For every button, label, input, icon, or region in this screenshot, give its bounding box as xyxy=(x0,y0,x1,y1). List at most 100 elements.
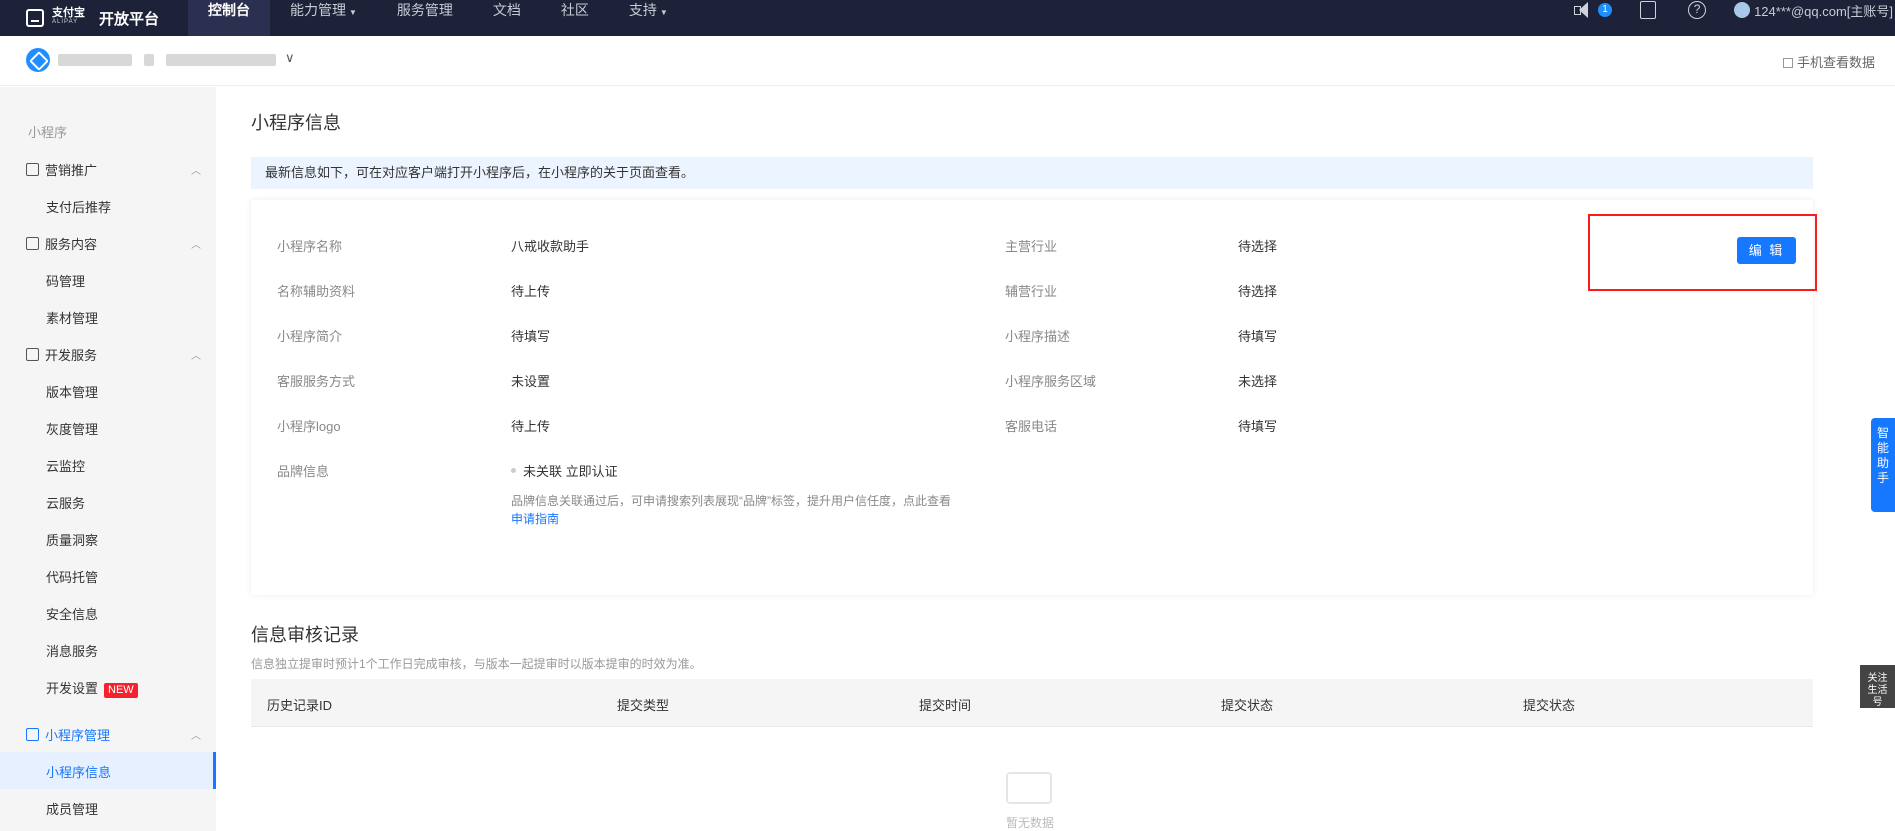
sidebar-group-mini-program-management[interactable]: 小程序管理 ︿ xyxy=(26,725,201,744)
field-label-name: 小程序名称 xyxy=(277,239,343,254)
field-label-logo: 小程序logo xyxy=(277,419,341,434)
nav-support[interactable]: 支持 ▼ xyxy=(609,0,688,36)
column-header-submit-time: 提交时间 xyxy=(919,698,972,713)
sidebar-item-cloud-monitor[interactable]: 云监控 xyxy=(46,456,85,475)
audit-records-title: 信息审核记录 xyxy=(251,625,359,645)
page-title: 小程序信息 xyxy=(251,113,341,133)
field-label-service-phone: 客服电话 xyxy=(1005,419,1058,434)
field-label-intro: 小程序简介 xyxy=(277,329,343,344)
notification-speaker-icon[interactable] xyxy=(1572,1,1592,19)
avatar[interactable] xyxy=(1734,2,1751,18)
caret-down-icon: ▼ xyxy=(349,8,357,17)
sidebar-item-mini-program-info[interactable]: 小程序信息 xyxy=(46,762,111,781)
sidebar-item-material-management[interactable]: 素材管理 xyxy=(46,308,98,327)
chevron-up-icon: ︿ xyxy=(191,731,201,742)
field-label-brand: 品牌信息 xyxy=(277,464,330,479)
field-value-description: 待填写 xyxy=(1238,329,1278,344)
sidebar-item-quality-insight[interactable]: 质量洞察 xyxy=(46,530,98,549)
field-value-service-phone: 待填写 xyxy=(1238,419,1278,434)
sidebar-group-marketing[interactable]: 营销推广 ︿ xyxy=(26,160,201,179)
sidebar-item-cloud-service[interactable]: 云服务 xyxy=(46,493,85,512)
nav-docs[interactable]: 文档 xyxy=(473,0,541,36)
mini-program-app-icon xyxy=(26,48,50,72)
alipay-logo-icon xyxy=(26,9,44,27)
brand-note: 品牌信息关联通过后，可申请搜索列表展现“品牌”标签，提升用户信任度，点此查看 xyxy=(511,494,951,508)
field-label-main-industry: 主营行业 xyxy=(1005,239,1058,254)
field-value-service-method: 未设置 xyxy=(511,374,551,389)
sidebar-item-post-payment-recommend[interactable]: 支付后推荐 xyxy=(46,197,111,216)
field-label-service-region: 小程序服务区域 xyxy=(1005,374,1097,389)
follow-life-account-tab[interactable]: 关注生活号 xyxy=(1860,665,1895,708)
field-label-description: 小程序描述 xyxy=(1005,329,1071,344)
top-nav: 控制台 能力管理 ▼ 服务管理 文档 社区 支持 ▼ xyxy=(188,0,688,36)
grid-icon xyxy=(26,237,39,250)
column-header-submit-status: 提交状态 xyxy=(1221,698,1274,713)
field-value-logo: 待上传 xyxy=(511,419,551,434)
platform-title: 开放平台 xyxy=(99,10,160,28)
sidebar-item-dev-settings[interactable]: 开发设置 NEW xyxy=(46,678,138,698)
document-icon[interactable] xyxy=(1640,1,1657,19)
app-selector-bar: ∨ 手机查看数据 xyxy=(0,36,1895,86)
audit-note: 信息独立提审时预计1个工作日完成审核，与版本一起提审时以版本提审的时效为准。 xyxy=(251,657,702,671)
field-value-brand[interactable]: 未关联 立即认证 xyxy=(523,461,618,480)
info-notice-bar: 最新信息如下，可在对应客户端打开小程序后，在小程序的关于页面查看。 xyxy=(251,157,1813,189)
top-right-tools: 1 ? 124***@qq.com[主账号] xyxy=(1572,0,1895,36)
sidebar-item-member-management[interactable]: 成员管理 xyxy=(46,799,98,818)
edit-button[interactable]: 编 辑 xyxy=(1737,237,1796,264)
field-value-sub-industry: 待选择 xyxy=(1238,284,1278,299)
briefcase-icon xyxy=(26,728,39,741)
sidebar-item-code-hosting[interactable]: 代码托管 xyxy=(46,567,98,586)
blurred-app-name xyxy=(58,54,132,66)
column-header-record-id: 历史记录ID xyxy=(267,698,333,713)
sidebar-group-dev-services[interactable]: 开发服务 ︿ xyxy=(26,345,201,364)
qr-code-icon xyxy=(1782,58,1793,68)
chevron-up-icon: ︿ xyxy=(191,240,201,251)
apply-guide-link[interactable]: 申请指南 xyxy=(511,510,559,527)
account-name[interactable]: 124***@qq.com[主账号] xyxy=(1754,1,1893,20)
brand-status-dot xyxy=(511,468,516,473)
sidebar-group-service-content[interactable]: 服务内容 ︿ xyxy=(26,234,201,253)
column-header-submit-type: 提交类型 xyxy=(617,698,670,713)
nav-capability-management[interactable]: 能力管理 ▼ xyxy=(270,0,377,36)
field-label-sub-industry: 辅营行业 xyxy=(1005,284,1058,299)
field-label-service-method: 客服服务方式 xyxy=(277,374,356,389)
field-value-service-region: 未选择 xyxy=(1238,374,1278,389)
chevron-up-icon: ︿ xyxy=(191,351,201,362)
mobile-view-data-link[interactable]: 手机查看数据 xyxy=(1782,52,1875,71)
empty-inbox-icon xyxy=(1006,772,1052,804)
sidebar-item-message-service[interactable]: 消息服务 xyxy=(46,641,98,660)
nav-service-management[interactable]: 服务管理 xyxy=(377,0,473,36)
layers-icon xyxy=(26,163,39,176)
top-navigation-bar: 支付宝 ALIPAY 开放平台 控制台 能力管理 ▼ 服务管理 文档 社区 支持 ▼… xyxy=(0,0,1895,36)
field-value-main-industry: 待选择 xyxy=(1238,239,1278,254)
sidebar-item-grayscale-management[interactable]: 灰度管理 xyxy=(46,419,98,438)
notification-count-badge: 1 xyxy=(1598,3,1613,17)
app-switch-chevron-down-icon[interactable]: ∨ xyxy=(285,50,295,66)
chevron-up-icon: ︿ xyxy=(191,166,201,177)
new-badge: NEW xyxy=(104,683,138,698)
help-icon[interactable]: ? xyxy=(1688,1,1707,19)
sidebar-item-version-management[interactable]: 版本管理 xyxy=(46,382,98,401)
nav-console[interactable]: 控制台 xyxy=(188,0,270,36)
info-card xyxy=(251,200,1813,595)
blurred-separator xyxy=(144,54,154,66)
field-value-name-materials: 待上传 xyxy=(511,284,551,299)
empty-state-text: 暂无数据 xyxy=(1006,816,1055,830)
field-value-name: 八戒收款助手 xyxy=(511,239,590,254)
nav-community[interactable]: 社区 xyxy=(541,0,609,36)
sidebar-item-security-info[interactable]: 安全信息 xyxy=(46,604,98,623)
sidebar-section-title: 小程序 xyxy=(28,125,68,140)
calculator-icon xyxy=(26,348,39,361)
sidebar-item-code-management[interactable]: 码管理 xyxy=(46,271,85,290)
audit-table-header: 历史记录ID 提交类型 提交时间 提交状态 提交状态 xyxy=(251,679,1813,727)
smart-assistant-tab[interactable]: 智能助手 xyxy=(1871,418,1895,512)
logo-cn-text: 支付宝 xyxy=(52,7,85,19)
field-label-name-materials: 名称辅助资料 xyxy=(277,284,356,299)
blurred-app-id xyxy=(166,54,276,66)
logo-en-text: ALIPAY xyxy=(52,19,79,25)
column-header-submit-status-2: 提交状态 xyxy=(1523,698,1576,713)
alipay-logo[interactable]: 支付宝 ALIPAY 开放平台 xyxy=(26,0,159,36)
sidebar: 小程序 营销推广 ︿ 支付后推荐 服务内容 ︿ 码管理 素材管理 开发服务 ︿ 版本管… xyxy=(0,87,216,831)
caret-down-icon: ▼ xyxy=(659,8,668,17)
field-value-intro: 待填写 xyxy=(511,329,551,344)
